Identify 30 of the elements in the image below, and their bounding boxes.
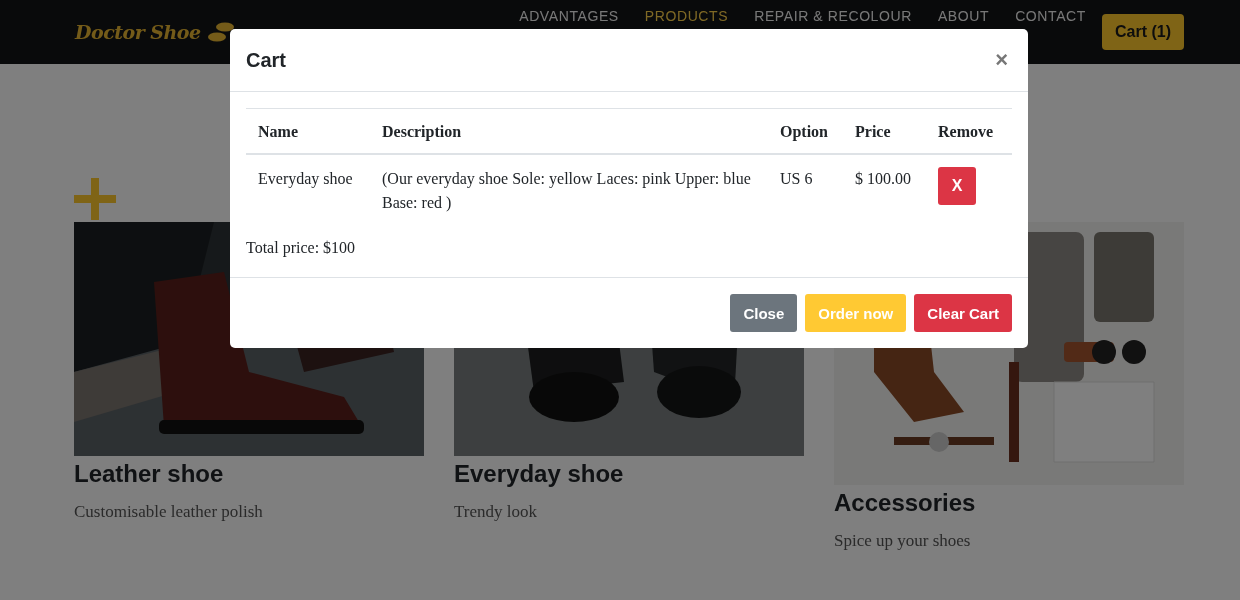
table-cell: Everyday shoe [246, 154, 370, 227]
product-title: Everyday shoe [454, 460, 625, 488]
nav-link[interactable]: PRODUCTS [644, 8, 729, 24]
logo[interactable]: Doctor Shoe [75, 21, 201, 43]
column-header: Price [843, 108, 926, 154]
product-description: Customisable leather polish [74, 502, 264, 522]
total-price: Total price: $100 [246, 239, 357, 257]
column-header: Name [246, 108, 370, 154]
column-header: Option [768, 108, 843, 154]
product-title: Accessories [834, 489, 977, 517]
dialog-button[interactable]: Close [730, 294, 798, 332]
product-description: Trendy look [454, 502, 538, 522]
table-cell: $ 100.00 [843, 154, 926, 227]
nav-link[interactable]: ADVANTAGES [519, 8, 619, 24]
product-title: Leather shoe [74, 460, 225, 488]
table-cell: (Our everyday shoe Sole: yellow Laces: pink Upper: blue Base: red ) [370, 154, 768, 227]
column-header: Description [370, 108, 768, 154]
dialog-title: Cart [246, 48, 286, 72]
nav-link[interactable]: CONTACT [1015, 8, 1086, 24]
nav-link[interactable]: REPAIR & RECOLOUR [754, 8, 912, 24]
table-cell: US 6 [768, 154, 843, 227]
close-button[interactable]: × [991, 49, 1012, 71]
cart-button[interactable]: Cart (1) [1102, 14, 1184, 50]
dialog-button[interactable]: Clear Cart [914, 294, 1012, 332]
remove-button[interactable]: X [938, 167, 976, 205]
column-header: Remove [926, 108, 1012, 154]
footprints-icon [206, 21, 235, 43]
product-description: Spice up your shoes [834, 531, 972, 551]
plus-icon [74, 178, 116, 220]
nav-link[interactable]: ABOUT [937, 8, 990, 24]
